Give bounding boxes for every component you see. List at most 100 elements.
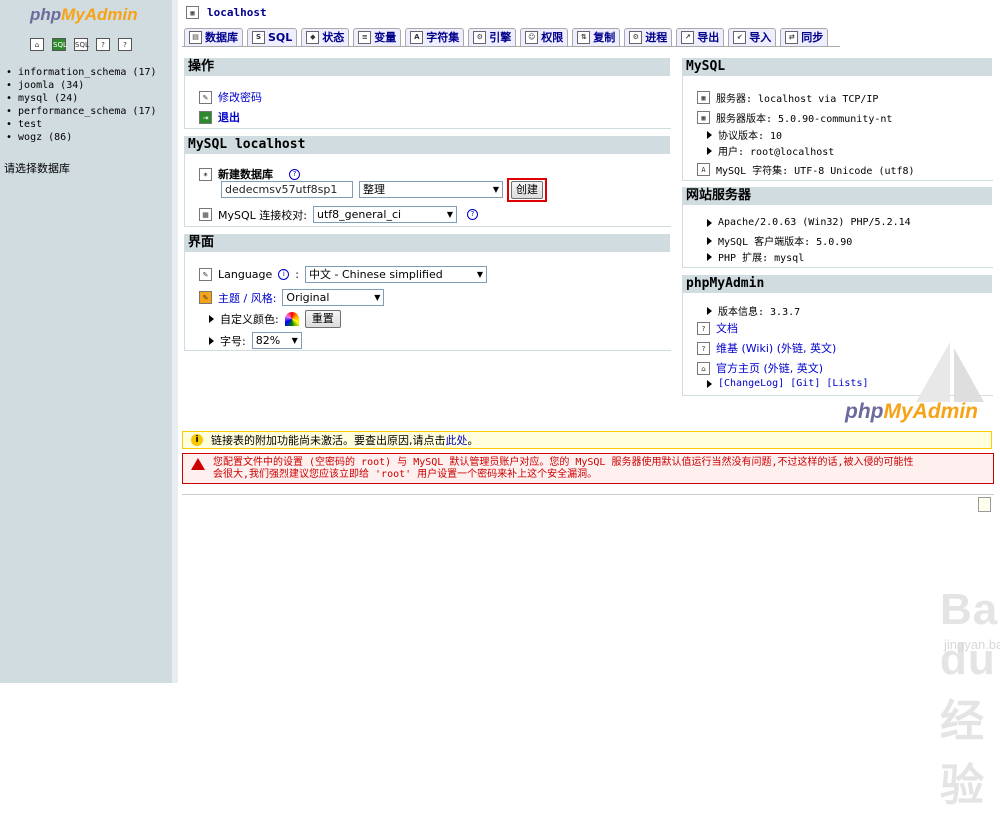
docs-row[interactable]: ? 文档 [697, 320, 738, 336]
new-database-name-input[interactable]: dedecmsv57utf8sp1 [221, 181, 353, 198]
custom-color-row: 自定义颜色: 重置 [209, 310, 341, 328]
change-password-link[interactable]: 修改密码 [218, 89, 262, 105]
sql-icon: S [252, 31, 265, 44]
homepage-row[interactable]: ⌂ 官方主页 (外链, 英文) [697, 360, 823, 376]
interface-section: ✎ Language i: 中文 - Chinese simplified ✎ … [184, 252, 671, 351]
server-icon: ▦ [186, 6, 199, 19]
warning-icon [191, 458, 205, 470]
mysql-info-section: ▦ 服务器: localhost via TCP/IP ▦ 服务器版本: 5.0.9… [682, 76, 993, 181]
change-password-row[interactable]: ✎ 修改密码 [199, 89, 262, 105]
lists-link[interactable]: [Lists] [826, 378, 868, 389]
apache-row: Apache/2.0.63 (Win32) PHP/5.2.14 [707, 217, 911, 228]
database-item[interactable]: performance_schema (17) [6, 105, 156, 118]
expand-triangle-icon[interactable] [209, 315, 214, 323]
operations-heading: 操作 [184, 58, 670, 76]
font-size-select[interactable]: 82% [251, 332, 302, 349]
version-row: 版本信息: 3.3.7 [707, 303, 800, 318]
tab-variables[interactable]: ≡ 变量 [353, 28, 402, 46]
homepage-link[interactable]: 官方主页 (外链, 英文) [716, 360, 823, 376]
connection-collation-select[interactable]: utf8_general_ci [312, 206, 457, 223]
tab-charsets[interactable]: A 字符集 [405, 28, 465, 46]
new-database-icon: ✶ [199, 167, 212, 181]
help-icon[interactable]: ? [289, 168, 300, 180]
mysql-info-heading: MySQL [682, 58, 992, 76]
tab-sql[interactable]: S SQL [247, 28, 298, 46]
server-breadcrumb[interactable]: ▦ localhost [186, 6, 267, 19]
bullet-triangle-icon [707, 218, 712, 227]
tab-export[interactable]: ↗ 导出 [676, 28, 725, 46]
wiki-icon: ? [697, 341, 710, 355]
database-item[interactable]: joomla (34) [6, 79, 157, 92]
home-icon: ⌂ [697, 361, 710, 375]
logout-link[interactable]: 退出 [218, 109, 240, 125]
theme-select[interactable]: Original [282, 289, 385, 306]
database-item[interactable]: test [6, 118, 157, 131]
theme-link[interactable]: 主题 / 风格: [218, 290, 276, 306]
web-server-heading: 网站服务器 [682, 187, 992, 205]
server-icon: ▦ [697, 91, 710, 104]
git-link[interactable]: [Git] [790, 378, 820, 389]
new-window-icon[interactable] [978, 497, 991, 512]
database-item[interactable]: mysql (24) [6, 92, 157, 105]
changelog-link[interactable]: [ChangeLog] [718, 378, 784, 389]
help-icon[interactable]: ? [466, 209, 478, 220]
docs-link[interactable]: 文档 [716, 320, 738, 336]
user-row: 用户: root@localhost [707, 143, 834, 158]
notice-link[interactable]: 此处 [446, 434, 468, 447]
tab-processes[interactable]: ⚙ 进程 [624, 28, 673, 46]
server-icon: ▦ [697, 111, 710, 124]
web-server-section: Apache/2.0.63 (Win32) PHP/5.2.14 MySQL 客… [682, 205, 993, 268]
mysql-localhost-heading: MySQL localhost [184, 136, 670, 154]
bullet-triangle-icon [707, 379, 712, 388]
wiki-link[interactable]: 维基 (Wiki) (外链, 英文) [716, 340, 836, 356]
docs-icon[interactable]: ? [96, 38, 110, 51]
reset-color-button[interactable]: 重置 [304, 310, 341, 328]
docs-icon: ? [697, 321, 710, 335]
charset-icon: A [410, 31, 424, 44]
sql-icon[interactable]: SQL [74, 38, 89, 51]
tab-privileges[interactable]: ☺ 权限 [520, 28, 569, 46]
help-icon[interactable]: ? [118, 38, 132, 51]
export-icon: ↗ [681, 31, 695, 44]
tab-engines[interactable]: ⚙ 引擎 [468, 28, 517, 46]
phpmyadmin-logo[interactable]: phpMyAdmin [30, 5, 138, 25]
home-icon[interactable]: ⌂ [30, 38, 44, 51]
tab-databases[interactable]: ▤ 数据库 [184, 28, 243, 46]
bullet-triangle-icon [707, 306, 712, 315]
logout-row[interactable]: ⇥ 退出 [199, 109, 240, 125]
select-database-hint: 请选择数据库 [4, 162, 70, 175]
tab-replication[interactable]: ⇅ 复制 [572, 28, 621, 46]
bullet-triangle-icon [707, 252, 712, 261]
server-row: ▦ 服务器: localhost via TCP/IP [697, 90, 878, 105]
replication-icon: ⇅ [577, 31, 591, 44]
language-icon: ✎ [199, 268, 212, 281]
info-icon[interactable]: i [278, 269, 290, 280]
tab-import[interactable]: ↙ 导入 [728, 28, 777, 46]
charset-row: A MySQL 字符集: UTF-8 Unicode (utf8) [697, 162, 915, 177]
language-select[interactable]: 中文 - Chinese simplified [305, 266, 488, 283]
database-item[interactable]: wogz (86) [6, 131, 157, 144]
collation-select[interactable]: 整理 [359, 181, 503, 198]
expand-triangle-icon[interactable] [209, 336, 214, 345]
bullet-triangle-icon [707, 236, 712, 245]
logout-icon: ⇥ [199, 110, 212, 124]
bullet-triangle-icon [707, 146, 712, 155]
server-tabs: ▤ 数据库 S SQL ◆ 状态 ≡ 变量 A 字符集 ⚙ 引擎 ☺ 权限 ⇅ 复制 ⚙ 进程 ↗… [184, 28, 829, 46]
wiki-row[interactable]: ? 维基 (Wiki) (外链, 英文) [697, 340, 836, 356]
rainbow-icon[interactable] [284, 312, 299, 326]
database-item[interactable]: information_schema (17) [6, 66, 156, 79]
baidu-watermark: Bai du 经验 jingyan.baidu.com [940, 585, 1000, 810]
collation-icon: ▦ [199, 208, 212, 221]
client-version-row: MySQL 客户端版本: 5.0.90 [707, 233, 852, 248]
nav-icon-bar: ⌂ SQL SQL ? ? [30, 38, 132, 51]
connection-collation-row: ▦ MySQL 连接校对: utf8_general_ci ? [199, 206, 478, 223]
sql-query-icon[interactable]: SQL [52, 38, 67, 51]
phpmyadmin-big-logo: phpMyAdmin [845, 400, 978, 423]
create-database-button[interactable]: 创建 [511, 181, 543, 199]
tab-synchronize[interactable]: ⇄ 同步 [780, 28, 829, 46]
tab-status[interactable]: ◆ 状态 [301, 28, 350, 46]
interface-heading: 界面 [184, 234, 670, 252]
charset-icon: A [697, 163, 710, 176]
phpmyadmin-heading: phpMyAdmin [682, 275, 992, 293]
create-db-label-row: ✶ 新建数据库 ? [199, 166, 300, 182]
